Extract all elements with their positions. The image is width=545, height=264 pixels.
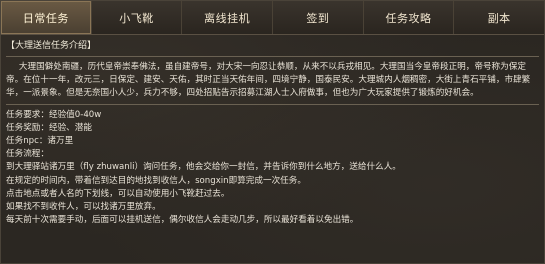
divider: [6, 103, 539, 105]
tab-offline-idle[interactable]: 离线挂机: [182, 1, 274, 34]
tab-bar: 日常任务 小飞靴 离线挂机 签到 任务攻略 副本: [1, 1, 544, 35]
process-step-4: 如果找不到收件人，可以找诸万里放弃。: [6, 202, 161, 213]
task-npc: 任务npc：诸万里: [6, 136, 74, 147]
divider: [6, 56, 539, 57]
tab-dungeon[interactable]: 副本: [454, 1, 544, 34]
tab-task-guide[interactable]: 任务攻略: [364, 1, 455, 34]
content-panel: 【大理送信任务介绍】 大理国僻处南疆，历代皇帝崇奉佛法，虽自建帝号，对大宋一向忍…: [6, 39, 539, 261]
intro-paragraph: 大理国僻处南疆，历代皇帝崇奉佛法，虽自建帝号，对大宋一向忍让恭顺，从来不以兵戎相…: [6, 62, 531, 99]
process-step-2: 在规定的时间内，带着信到达目的地找到收信人，songxin即算完成一次任务。: [6, 175, 306, 186]
process-step-3: 点击地点或者人名的下划线，可以自动使用小飞靴赶过去。: [6, 188, 230, 199]
tab-sign-in[interactable]: 签到: [273, 1, 364, 34]
section-title: 【大理送信任务介绍】: [6, 41, 97, 51]
task-requirement: 任务要求：经验值0-40w: [6, 109, 102, 120]
tab-daily-tasks[interactable]: 日常任务: [1, 1, 92, 34]
task-guide-window: 日常任务 小飞靴 离线挂机 签到 任务攻略 副本 【大理送信任务介绍】 大理国僻…: [0, 0, 545, 264]
task-process-label: 任务流程：: [6, 149, 49, 160]
process-step-5: 每天前十次需要手动，后面可以挂机送信，偶尔收信人会走动几步，所以最好看着以免出错…: [6, 215, 359, 226]
tab-flying-boots[interactable]: 小飞靴: [92, 1, 183, 34]
process-step-1: 到大理驿站诸万里（fly zhuwanli）询问任务，他会交给你一封信，并告诉你…: [6, 162, 401, 173]
task-reward: 任务奖励：经验、潜能: [6, 122, 92, 133]
